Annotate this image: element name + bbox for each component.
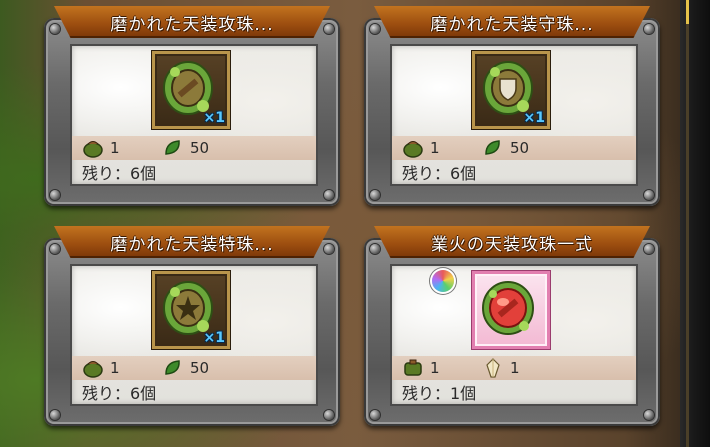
cost-item-1: 1: [402, 136, 440, 160]
remaining-count: 残り：6個: [82, 164, 157, 183]
green-leaf-icon: [482, 138, 504, 158]
cost-1-value: 1: [110, 139, 120, 157]
card-content: ×1 1 50 残り：6個: [390, 44, 638, 186]
cost-item-1: 1: [402, 356, 440, 380]
cost-2-value: 50: [510, 139, 530, 157]
cost-item-2: 50: [162, 356, 209, 380]
card-content: ×1 1 50 残り：6個: [70, 264, 318, 406]
item-icon-frame[interactable]: ×1: [152, 51, 230, 129]
cost-row: 1 50: [392, 136, 636, 160]
remaining-count: 残り：6個: [402, 164, 477, 183]
green-pouch-icon: [402, 138, 424, 158]
item-quantity: ×1: [203, 110, 225, 126]
rainbow-orb-icon: [432, 270, 454, 292]
cost-1-value: 1: [430, 359, 440, 377]
item-title: 磨かれた天装特珠...: [54, 226, 330, 258]
cost-row: 1 1: [392, 356, 636, 380]
cost-item-2: 50: [482, 136, 529, 160]
card-content: ×1 1 50 残り：6個: [70, 44, 318, 186]
green-pouch-icon: [82, 358, 104, 378]
green-leaf-icon: [162, 138, 184, 158]
crystal-icon: [482, 358, 504, 378]
item-title: 業火の天装攻珠一式: [374, 226, 650, 258]
green-pouch-icon: [82, 138, 104, 158]
cost-row: 1 50: [72, 356, 316, 380]
remaining-count: 残り：6個: [82, 384, 157, 403]
item-quantity: ×1: [203, 330, 225, 346]
shop-item-card[interactable]: ×1 1 50 残り：6個 磨かれた天装守珠...: [364, 6, 660, 206]
shop-item-card[interactable]: ×1 1 50 残り：6個 磨かれた天装特珠...: [44, 226, 340, 426]
cost-1-value: 1: [110, 359, 120, 377]
item-title: 磨かれた天装攻珠...: [54, 6, 330, 38]
item-icon-frame[interactable]: ×1: [152, 271, 230, 349]
item-icon-frame[interactable]: [472, 271, 550, 349]
shop-item-card[interactable]: ×1 1 50 残り：6個 磨かれた天装攻珠...: [44, 6, 340, 206]
cost-2-value: 1: [510, 359, 520, 377]
cost-item-1: 1: [82, 136, 120, 160]
green-bag-icon: [402, 358, 424, 378]
shop-item-card[interactable]: 1 1 残り：1個 業火の天装攻珠一式: [364, 226, 660, 426]
cost-1-value: 1: [430, 139, 440, 157]
remaining-count: 残り：1個: [402, 384, 477, 403]
item-icon-frame[interactable]: ×1: [472, 51, 550, 129]
item-quantity: ×1: [523, 110, 545, 126]
green-leaf-icon: [162, 358, 184, 378]
cost-item-2: 1: [482, 356, 520, 380]
scrollbar[interactable]: [680, 0, 710, 447]
cost-item-1: 1: [82, 356, 120, 380]
cost-row: 1 50: [72, 136, 316, 160]
cost-item-2: 50: [162, 136, 209, 160]
red-sword-orb-icon: [482, 281, 534, 335]
cost-2-value: 50: [190, 359, 210, 377]
cost-2-value: 50: [190, 139, 210, 157]
item-title: 磨かれた天装守珠...: [374, 6, 650, 38]
card-content: 1 1 残り：1個: [390, 264, 638, 406]
